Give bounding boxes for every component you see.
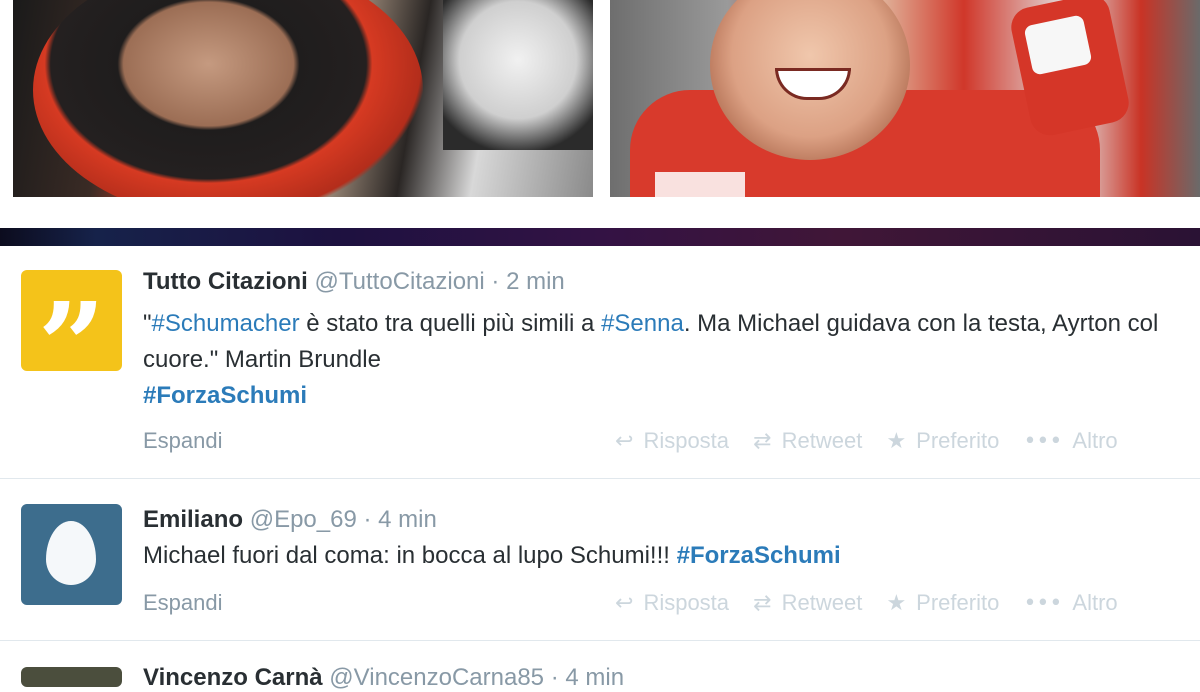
more-button[interactable]: ••• Altro xyxy=(1023,590,1117,616)
favorite-button[interactable]: ★ Preferito xyxy=(886,590,999,616)
hashtag-link[interactable]: #Schumacher xyxy=(152,310,300,337)
tweet-header: Vincenzo Carnà @VincenzoCarna85 · 4 min xyxy=(143,664,624,692)
tweet-header: Emiliano @Epo_69 · 4 min xyxy=(143,506,437,534)
avatar[interactable] xyxy=(21,667,122,687)
timestamp[interactable]: 2 min xyxy=(506,268,565,295)
reply-label: Risposta xyxy=(643,428,730,453)
glove-shape xyxy=(443,0,593,150)
retweet-icon: ⇄ xyxy=(753,591,772,616)
timestamp[interactable]: 4 min xyxy=(378,506,437,533)
favorite-label: Preferito xyxy=(916,428,1000,453)
retweet-button[interactable]: ⇄ Retweet xyxy=(753,590,862,616)
username[interactable]: @Epo_69 xyxy=(250,506,357,533)
username[interactable]: @TuttoCitazioni xyxy=(315,268,485,295)
tweet-actions: ↩ Risposta ⇄ Retweet ★ Preferito ••• Altro xyxy=(615,428,1136,454)
star-icon: ★ xyxy=(886,591,907,616)
tweet[interactable]: ” Tutto Citazioni @TuttoCitazioni · 2 mi… xyxy=(0,246,1200,479)
star-icon: ★ xyxy=(886,429,907,454)
tweet[interactable]: Emiliano @Epo_69 · 4 min Michael fuori d… xyxy=(0,480,1200,641)
more-dots-icon: ••• xyxy=(1023,591,1063,616)
retweet-button[interactable]: ⇄ Retweet xyxy=(753,428,862,454)
separator-dot: · xyxy=(550,664,559,691)
more-button[interactable]: ••• Altro xyxy=(1023,428,1117,454)
expand-link[interactable]: Espandi xyxy=(143,428,223,454)
suit-sponsor-patch xyxy=(655,172,745,197)
tweet-actions: ↩ Risposta ⇄ Retweet ★ Preferito ••• Altro xyxy=(615,590,1136,616)
more-dots-icon: ••• xyxy=(1023,429,1063,454)
photo-helmet-driver xyxy=(13,0,593,197)
reply-button[interactable]: ↩ Risposta xyxy=(615,428,729,454)
more-label: Altro xyxy=(1072,428,1118,453)
separator-dot: · xyxy=(363,506,372,533)
reply-label: Risposta xyxy=(643,590,730,615)
retweet-icon: ⇄ xyxy=(753,429,772,454)
fullname[interactable]: Tutto Citazioni xyxy=(143,268,308,295)
photo-smiling-driver xyxy=(610,0,1200,197)
tweet[interactable]: Vincenzo Carnà @VincenzoCarna85 · 4 min xyxy=(0,642,1200,691)
tweet-footer: Espandi ↩ Risposta ⇄ Retweet ★ Preferito ••… xyxy=(0,428,1200,458)
hashtag-link[interactable]: #Senna xyxy=(601,310,684,337)
reply-button[interactable]: ↩ Risposta xyxy=(615,590,729,616)
tweet-footer: Espandi ↩ Risposta ⇄ Retweet ★ Preferito ••… xyxy=(0,590,1200,620)
separator-dot: · xyxy=(491,268,500,295)
timestamp[interactable]: 4 min xyxy=(565,664,624,691)
helmet-shape xyxy=(33,0,423,197)
tweet-header: Tutto Citazioni @TuttoCitazioni · 2 min xyxy=(143,268,565,296)
quote-mark-icon: ” xyxy=(37,275,106,371)
tweet-text: "#Schumacher è stato tra quelli più simi… xyxy=(143,306,1193,414)
favorite-button[interactable]: ★ Preferito xyxy=(886,428,999,454)
favorite-label: Preferito xyxy=(916,590,1000,615)
username[interactable]: @VincenzoCarna85 xyxy=(329,664,544,691)
hashtag-link[interactable]: #ForzaSchumi xyxy=(143,382,307,409)
more-label: Altro xyxy=(1072,590,1118,615)
open-quote: " xyxy=(143,310,152,337)
fullname[interactable]: Emiliano xyxy=(143,506,243,533)
egg-avatar-icon xyxy=(46,521,96,585)
retweet-label: Retweet xyxy=(781,590,863,615)
reply-icon: ↩ xyxy=(615,429,634,454)
tweet-text: Michael fuori dal coma: in bocca al lupo… xyxy=(143,538,1193,574)
avatar[interactable]: ” xyxy=(21,270,122,371)
fullname[interactable]: Vincenzo Carnà xyxy=(143,664,323,691)
hashtag-link[interactable]: #ForzaSchumi xyxy=(677,542,841,569)
expand-link[interactable]: Espandi xyxy=(143,590,223,616)
tweet-text-segment: è stato tra quelli più simili a xyxy=(299,310,602,337)
retweet-label: Retweet xyxy=(781,428,863,453)
header-banner-strip xyxy=(0,228,1200,246)
reply-icon: ↩ xyxy=(615,591,634,616)
tweet-text-segment: Michael fuori dal coma: in bocca al lupo… xyxy=(143,542,677,569)
photo-strip xyxy=(0,0,1200,228)
